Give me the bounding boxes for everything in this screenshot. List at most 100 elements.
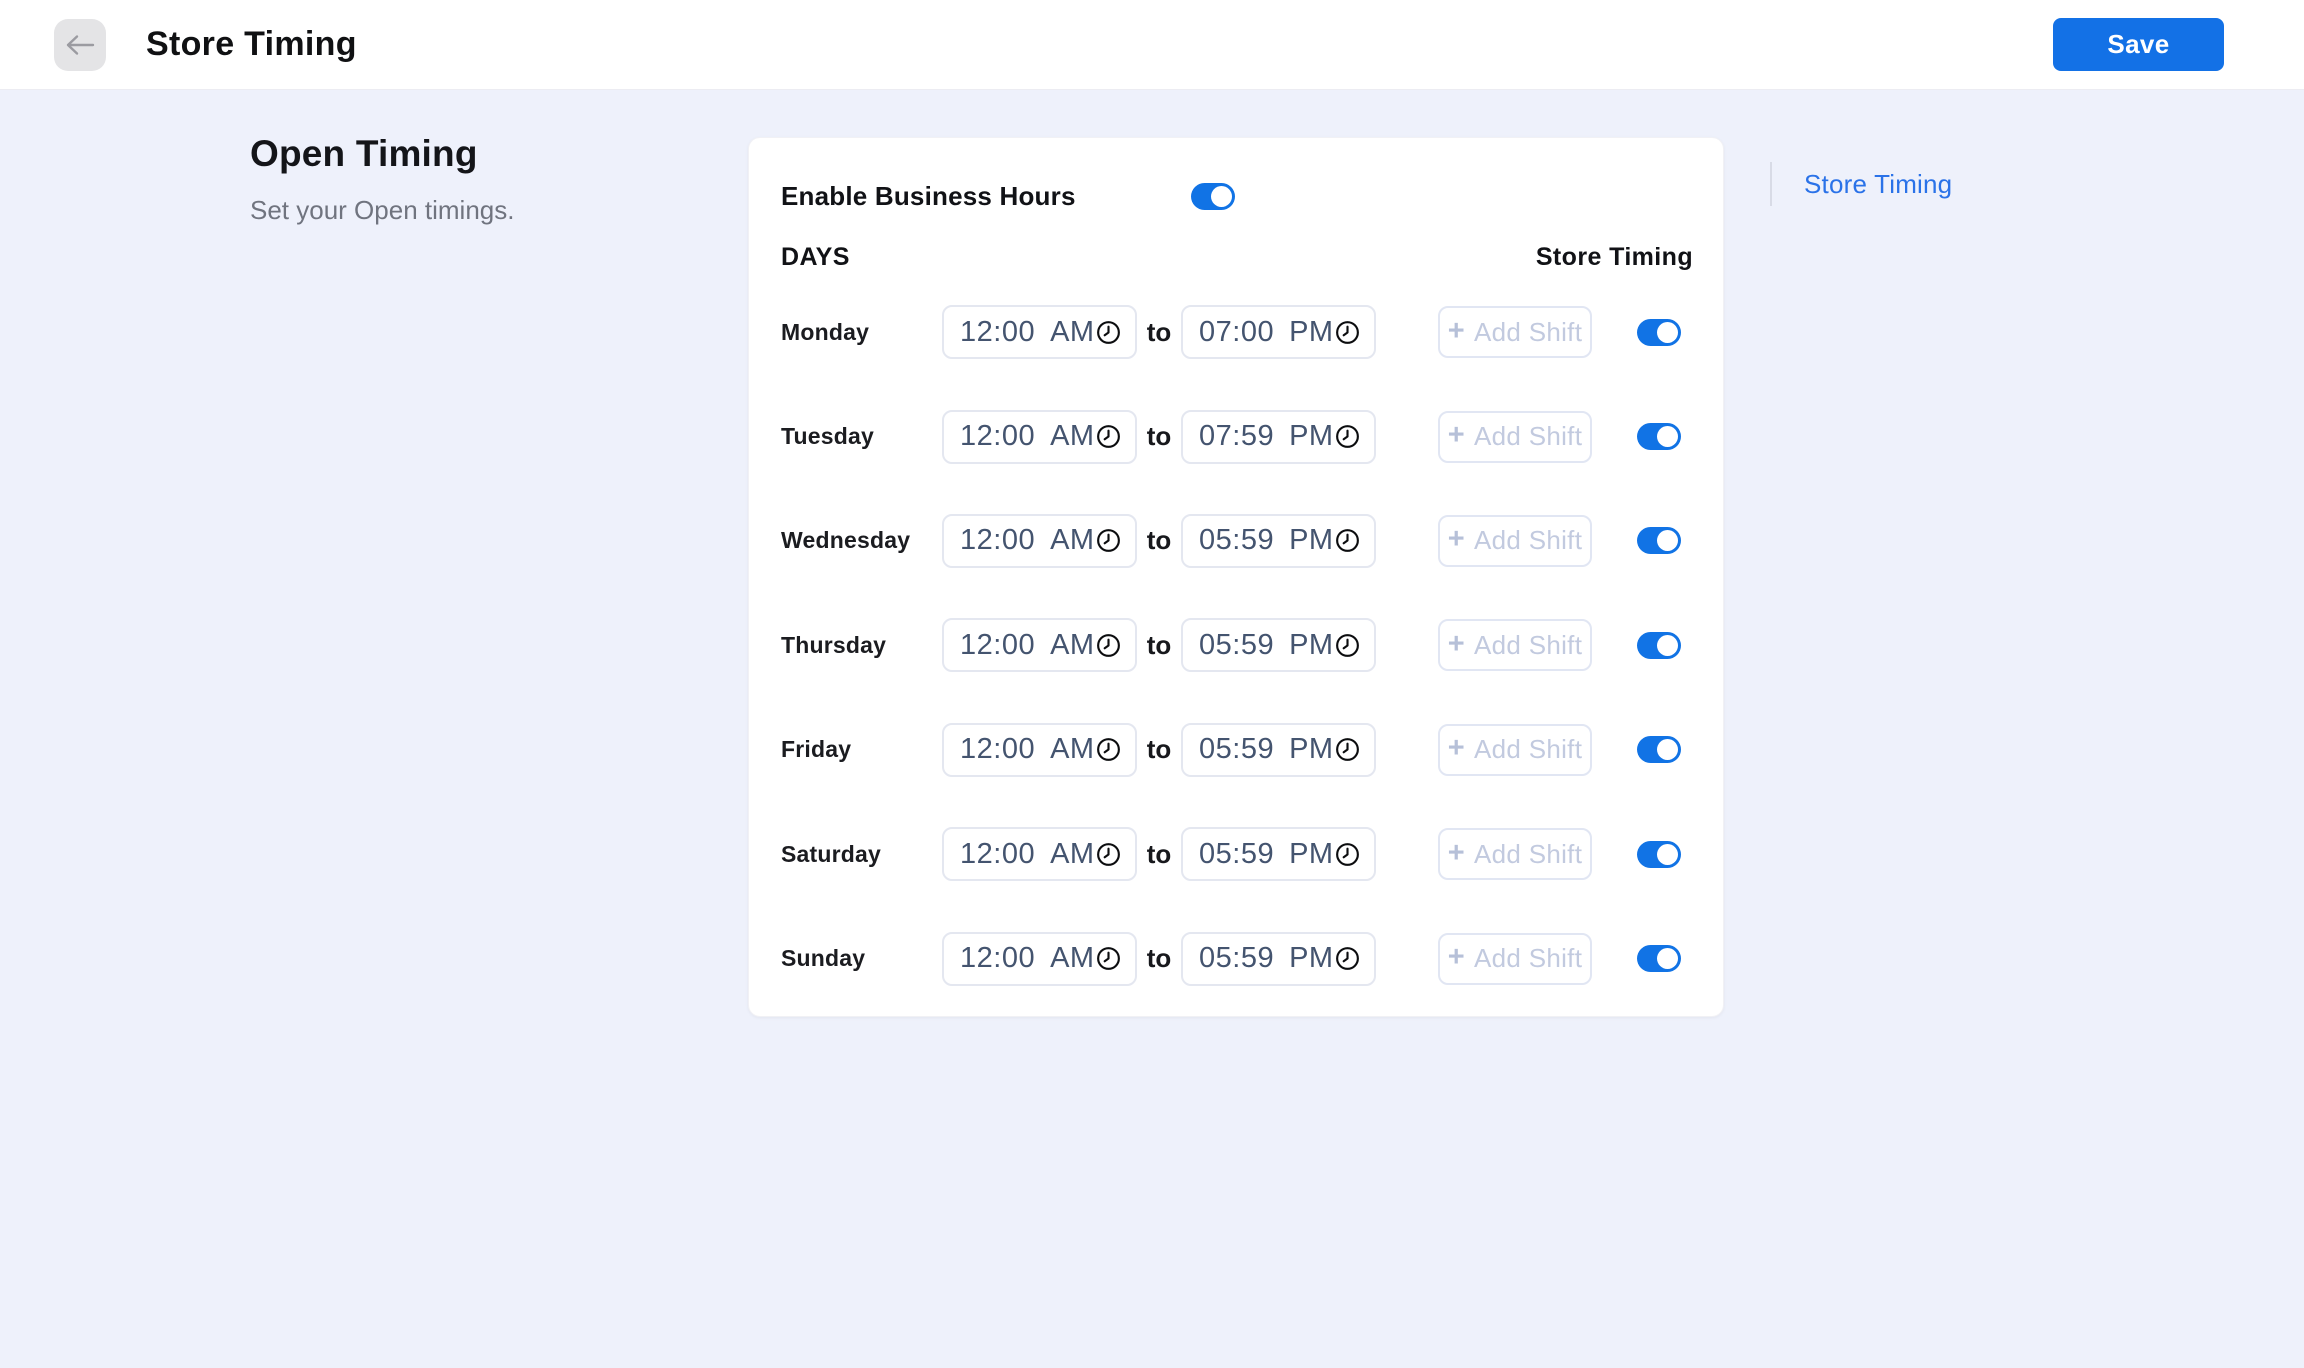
day-label: Tuesday (781, 423, 942, 450)
store-timing-link[interactable]: Store Timing (1804, 169, 1952, 200)
day-label: Saturday (781, 841, 942, 868)
day-label: Monday (781, 319, 942, 346)
day-label: Wednesday (781, 527, 942, 554)
clock-icon[interactable] (1334, 736, 1361, 763)
start-time-value: 12:00AM (960, 629, 1095, 662)
top-bar: Store Timing Save (0, 0, 2304, 90)
plus-icon: + (1448, 943, 1465, 972)
add-shift-button[interactable]: + Add Shift (1438, 619, 1592, 671)
add-shift-label: Add Shift (1474, 943, 1582, 974)
add-shift-button[interactable]: + Add Shift (1438, 411, 1592, 463)
add-shift-button[interactable]: + Add Shift (1438, 933, 1592, 985)
toggle-knob (1657, 844, 1678, 865)
to-label: to (1137, 943, 1181, 974)
clock-icon[interactable] (1095, 945, 1122, 972)
end-time-input[interactable]: 05:59PM (1181, 514, 1376, 568)
add-shift-button[interactable]: + Add Shift (1438, 515, 1592, 567)
start-time-input[interactable]: 12:00AM (942, 618, 1137, 672)
clock-icon[interactable] (1334, 423, 1361, 450)
end-time-input[interactable]: 05:59PM (1181, 723, 1376, 777)
start-time-input[interactable]: 12:00AM (942, 305, 1137, 359)
day-toggle[interactable] (1637, 319, 1681, 346)
end-time-input[interactable]: 05:59PM (1181, 618, 1376, 672)
plus-icon: + (1448, 734, 1465, 763)
section-subtitle: Set your Open timings. (250, 195, 690, 226)
day-row: Friday 12:00AM to 05:59PM (781, 698, 1693, 802)
start-time-input[interactable]: 12:00AM (942, 410, 1137, 464)
start-time-input[interactable]: 12:00AM (942, 514, 1137, 568)
to-label: to (1137, 421, 1181, 452)
to-label: to (1137, 525, 1181, 556)
add-shift-button[interactable]: + Add Shift (1438, 828, 1592, 880)
clock-icon[interactable] (1095, 841, 1122, 868)
plus-icon: + (1448, 317, 1465, 346)
start-time-value: 12:00AM (960, 524, 1095, 557)
open-timing-section: Open Timing Set your Open timings. (250, 133, 690, 226)
day-rows: Monday 12:00AM to 07:00PM (781, 280, 1693, 1011)
nav-divider (1770, 162, 1772, 206)
to-label: to (1137, 317, 1181, 348)
column-header-store-timing: Store Timing (1536, 243, 1693, 272)
end-time-input[interactable]: 07:00PM (1181, 305, 1376, 359)
day-toggle[interactable] (1637, 423, 1681, 450)
end-time-value: 05:59PM (1199, 629, 1334, 662)
day-toggle[interactable] (1637, 841, 1681, 868)
add-shift-label: Add Shift (1474, 839, 1582, 870)
day-row: Tuesday 12:00AM to 07:59PM (781, 384, 1693, 488)
plus-icon: + (1448, 630, 1465, 659)
day-row: Wednesday 12:00AM to 05:59PM (781, 489, 1693, 593)
end-time-value: 05:59PM (1199, 838, 1334, 871)
end-time-value: 05:59PM (1199, 524, 1334, 557)
clock-icon[interactable] (1095, 632, 1122, 659)
right-quick-nav: Store Timing (1770, 162, 1952, 206)
clock-icon[interactable] (1334, 841, 1361, 868)
enable-business-hours-label: Enable Business Hours (781, 181, 1076, 212)
add-shift-label: Add Shift (1474, 734, 1582, 765)
clock-icon[interactable] (1095, 319, 1122, 346)
day-row: Saturday 12:00AM to 05:59PM (781, 802, 1693, 906)
end-time-input[interactable]: 07:59PM (1181, 410, 1376, 464)
start-time-value: 12:00AM (960, 838, 1095, 871)
end-time-input[interactable]: 05:59PM (1181, 827, 1376, 881)
start-time-input[interactable]: 12:00AM (942, 827, 1137, 881)
plus-icon: + (1448, 525, 1465, 554)
day-toggle[interactable] (1637, 527, 1681, 554)
clock-icon[interactable] (1334, 945, 1361, 972)
add-shift-button[interactable]: + Add Shift (1438, 306, 1592, 358)
toggle-knob (1657, 530, 1678, 551)
clock-icon[interactable] (1334, 319, 1361, 346)
section-title: Open Timing (250, 133, 690, 175)
toggle-knob (1657, 322, 1678, 343)
end-time-value: 07:00PM (1199, 316, 1334, 349)
clock-icon[interactable] (1095, 423, 1122, 450)
start-time-input[interactable]: 12:00AM (942, 932, 1137, 986)
day-toggle[interactable] (1637, 632, 1681, 659)
clock-icon[interactable] (1334, 527, 1361, 554)
to-label: to (1137, 630, 1181, 661)
back-button[interactable] (54, 19, 106, 71)
enable-business-hours-toggle[interactable] (1191, 183, 1235, 210)
clock-icon[interactable] (1095, 527, 1122, 554)
page-title: Store Timing (146, 25, 357, 64)
clock-icon[interactable] (1334, 632, 1361, 659)
start-time-input[interactable]: 12:00AM (942, 723, 1137, 777)
arrow-left-icon (65, 34, 95, 56)
day-toggle[interactable] (1637, 736, 1681, 763)
add-shift-button[interactable]: + Add Shift (1438, 724, 1592, 776)
day-toggle[interactable] (1637, 945, 1681, 972)
save-button[interactable]: Save (2053, 18, 2224, 71)
end-time-input[interactable]: 05:59PM (1181, 932, 1376, 986)
end-time-value: 07:59PM (1199, 420, 1334, 453)
to-label: to (1137, 734, 1181, 765)
store-timing-card: Enable Business Hours DAYS Store Timing … (748, 137, 1724, 1017)
toggle-knob (1657, 635, 1678, 656)
end-time-value: 05:59PM (1199, 942, 1334, 975)
plus-icon: + (1448, 839, 1465, 868)
toggle-knob (1657, 739, 1678, 760)
start-time-value: 12:00AM (960, 942, 1095, 975)
end-time-value: 05:59PM (1199, 733, 1334, 766)
start-time-value: 12:00AM (960, 316, 1095, 349)
day-row: Thursday 12:00AM to 05:59PM (781, 593, 1693, 697)
add-shift-label: Add Shift (1474, 317, 1582, 348)
clock-icon[interactable] (1095, 736, 1122, 763)
